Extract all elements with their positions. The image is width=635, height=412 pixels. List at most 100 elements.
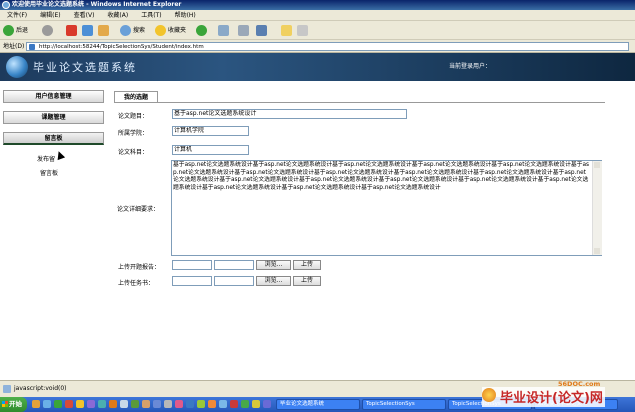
window-title-bar[interactable]: 欢迎使用毕业论文选题系统 - Windows Internet Explorer bbox=[0, 0, 635, 10]
topic-field[interactable]: 基于asp.net论文选题系统设计 bbox=[172, 109, 407, 119]
task-file-path-input[interactable] bbox=[172, 276, 212, 286]
quicklaunch-icon[interactable] bbox=[87, 400, 95, 408]
menu-bar: 文件(F) 编辑(E) 查看(V) 收藏(A) 工具(T) 帮助(H) bbox=[0, 10, 635, 21]
folder-button[interactable] bbox=[281, 23, 294, 38]
quicklaunch-icon[interactable] bbox=[76, 400, 84, 408]
quicklaunch-icon[interactable] bbox=[175, 400, 183, 408]
quicklaunch-icon[interactable] bbox=[208, 400, 216, 408]
quicklaunch-icon[interactable] bbox=[219, 400, 227, 408]
back-arrow-icon bbox=[3, 25, 14, 36]
address-url: http://localhost:58244/TopicSelectionSys… bbox=[39, 44, 204, 50]
history-button[interactable] bbox=[196, 23, 209, 38]
description-textarea[interactable]: 基于asp.net论文选题系统设计基于asp.net论文选题系统设计基于asp.… bbox=[171, 160, 602, 256]
quicklaunch-icon[interactable] bbox=[197, 400, 205, 408]
watermark-text-label: 毕业设计(论文)网 bbox=[500, 391, 603, 406]
address-label: 地址(D) bbox=[3, 43, 25, 50]
menu-file[interactable]: 文件(F) bbox=[7, 10, 27, 21]
subject-field[interactable]: 计算机 bbox=[172, 145, 249, 155]
nav-sub-post-message[interactable]: 发布留 bbox=[37, 154, 55, 163]
favorites-button[interactable]: 收藏夹 bbox=[155, 23, 186, 38]
folder-icon bbox=[281, 25, 292, 36]
refresh-button[interactable] bbox=[82, 23, 95, 38]
task-topic-selection-sys-1[interactable]: TopicSelectionSys bbox=[362, 399, 446, 410]
quicklaunch-icon[interactable] bbox=[142, 400, 150, 408]
search-label: 搜索 bbox=[133, 27, 146, 34]
left-nav: 用户信息管理 课题管理 留言板 发布留 留言板 bbox=[0, 81, 108, 378]
back-button[interactable]: 后退 bbox=[3, 23, 28, 38]
mail-button[interactable] bbox=[218, 23, 231, 38]
description-scrollbar[interactable] bbox=[592, 161, 602, 255]
edit-button[interactable] bbox=[256, 23, 269, 38]
nav-topic-management[interactable]: 课题管理 bbox=[3, 111, 104, 124]
messenger-icon bbox=[297, 25, 308, 36]
print-icon bbox=[238, 25, 249, 36]
quicklaunch-icon[interactable] bbox=[43, 400, 51, 408]
description-label: 论文详细要求： bbox=[117, 206, 160, 213]
quicklaunch-icon[interactable] bbox=[65, 400, 73, 408]
back-label: 后退 bbox=[16, 27, 29, 34]
page-status-icon bbox=[3, 385, 11, 393]
report-file-path-input[interactable] bbox=[172, 260, 212, 270]
ie-icon bbox=[2, 1, 10, 9]
task-upload-button[interactable]: 上传 bbox=[293, 276, 321, 286]
quicklaunch-icon[interactable] bbox=[164, 400, 172, 408]
menu-view[interactable]: 查看(V) bbox=[74, 10, 95, 21]
stop-icon bbox=[66, 25, 77, 36]
address-input[interactable]: http://localhost:58244/TopicSelectionSys… bbox=[26, 42, 629, 51]
mail-icon bbox=[218, 25, 229, 36]
quicklaunch-icon[interactable] bbox=[241, 400, 249, 408]
nav-sub-message-board[interactable]: 留言板 bbox=[40, 168, 58, 177]
forward-arrow-icon bbox=[42, 25, 53, 36]
nav-message-board[interactable]: 留言板 bbox=[3, 132, 104, 145]
status-text: javascript:void(0) bbox=[14, 385, 67, 392]
quicklaunch-icon[interactable] bbox=[153, 400, 161, 408]
report-upload-button[interactable]: 上传 bbox=[293, 260, 321, 270]
word-icon bbox=[256, 25, 267, 36]
college-label: 所属学院： bbox=[118, 130, 149, 137]
current-user-label: 当前登录用户： bbox=[449, 63, 492, 70]
watermark-text: 毕业设计(论文)网 bbox=[482, 387, 605, 407]
search-button[interactable]: 搜索 bbox=[120, 23, 145, 38]
messenger-button[interactable] bbox=[297, 23, 310, 38]
quicklaunch-icon[interactable] bbox=[131, 400, 139, 408]
report-file-name-input[interactable] bbox=[214, 260, 254, 270]
history-icon bbox=[196, 25, 207, 36]
forward-button[interactable] bbox=[42, 23, 55, 38]
quicklaunch-icon[interactable] bbox=[263, 400, 271, 408]
start-button[interactable]: 开始 bbox=[0, 397, 27, 412]
scroll-down-icon[interactable] bbox=[594, 248, 600, 254]
menu-tools[interactable]: 工具(T) bbox=[141, 10, 161, 21]
home-button[interactable] bbox=[98, 23, 111, 38]
print-button[interactable] bbox=[238, 23, 251, 38]
site-banner: 毕业论文选题系统 当前登录用户： bbox=[0, 53, 635, 81]
search-icon bbox=[120, 25, 131, 36]
upload-task-label: 上传任务书： bbox=[118, 280, 155, 287]
quicklaunch-icon[interactable] bbox=[120, 400, 128, 408]
address-bar: 地址(D) http://localhost:58244/TopicSelect… bbox=[0, 40, 635, 53]
stop-button[interactable] bbox=[66, 23, 79, 38]
topic-label: 论文题目： bbox=[118, 113, 149, 120]
nav-user-info[interactable]: 用户信息管理 bbox=[3, 90, 104, 103]
quicklaunch-icon[interactable] bbox=[230, 400, 238, 408]
menu-edit[interactable]: 编辑(E) bbox=[40, 10, 60, 21]
site-title: 毕业论文选题系统 bbox=[33, 61, 137, 74]
upload-report-label: 上传开题报告： bbox=[118, 264, 161, 271]
scroll-up-icon[interactable] bbox=[594, 162, 600, 168]
menu-favorites[interactable]: 收藏(A) bbox=[107, 10, 128, 21]
star-icon bbox=[155, 25, 166, 36]
quicklaunch-icon[interactable] bbox=[109, 400, 117, 408]
window-title: 欢迎使用毕业论文选题系统 - Windows Internet Explorer bbox=[12, 1, 182, 8]
tab-my-topic[interactable]: 我的选题 bbox=[114, 91, 158, 102]
favorites-label: 收藏夹 bbox=[168, 27, 187, 34]
task-browse-button[interactable]: 浏览... bbox=[256, 276, 291, 286]
quicklaunch-icon[interactable] bbox=[252, 400, 260, 408]
quicklaunch-icon[interactable] bbox=[32, 400, 40, 408]
report-browse-button[interactable]: 浏览... bbox=[256, 260, 291, 270]
college-field[interactable]: 计算机学院 bbox=[172, 126, 249, 136]
task-topic-system[interactable]: 毕业论文选题系统 bbox=[276, 399, 360, 410]
menu-help[interactable]: 帮助(H) bbox=[175, 10, 196, 21]
task-file-name-input[interactable] bbox=[214, 276, 254, 286]
quicklaunch-icon[interactable] bbox=[98, 400, 106, 408]
quicklaunch-icon[interactable] bbox=[54, 400, 62, 408]
quicklaunch-icon[interactable] bbox=[186, 400, 194, 408]
